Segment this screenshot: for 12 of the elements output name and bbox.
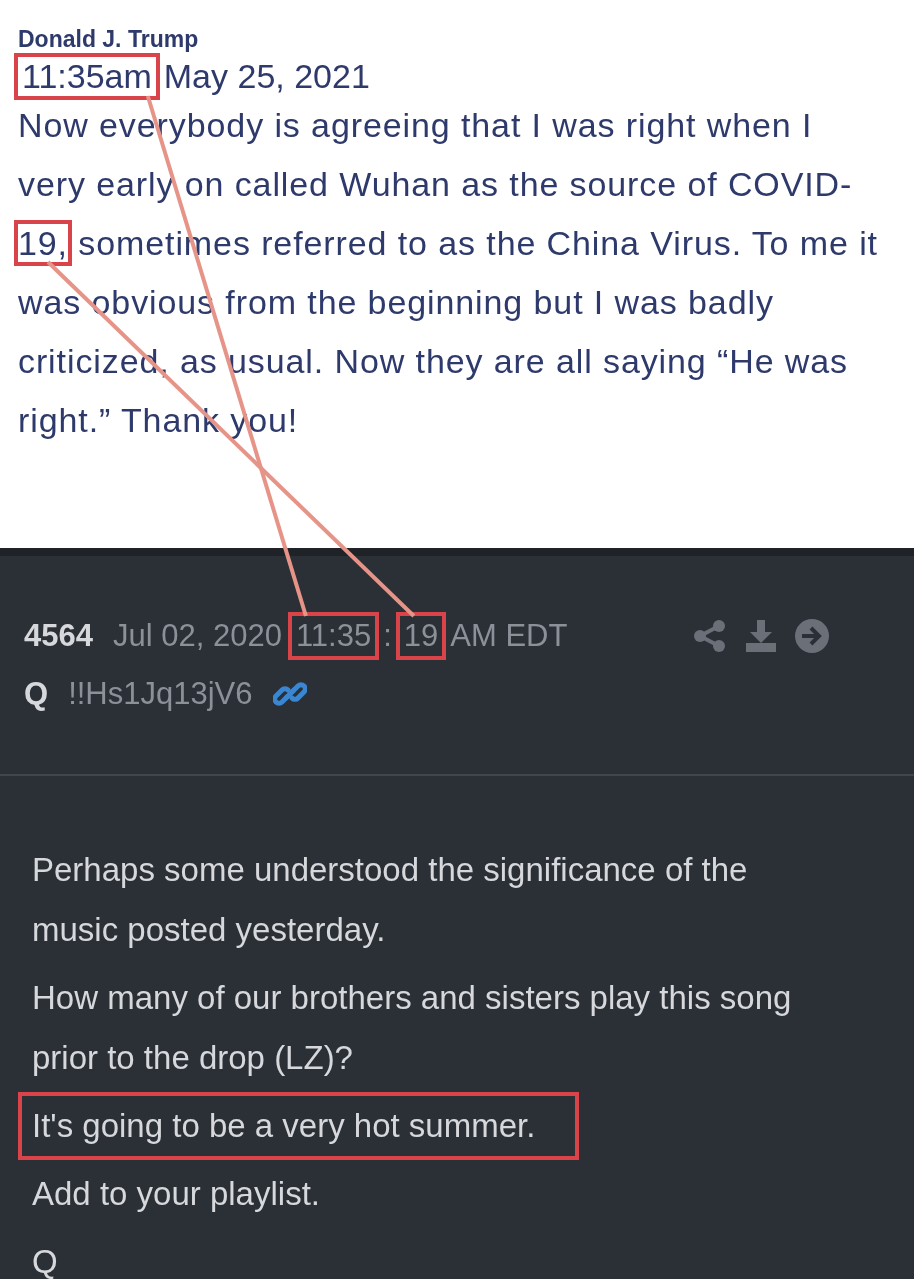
poster-name: Q bbox=[24, 676, 49, 712]
author-name: Donald J. Trump bbox=[18, 26, 200, 53]
post-line: Add to your playlist. bbox=[31, 1174, 321, 1214]
post-line: Q bbox=[31, 1242, 59, 1279]
arrow-circle-icon[interactable] bbox=[794, 618, 830, 654]
post-number: 4564 bbox=[24, 618, 93, 654]
post-line: Perhaps some understood the significance of the music posted yesterday. bbox=[31, 850, 749, 950]
post-line: How many of our brothers and sisters play this song prior to the drop (LZ)? bbox=[31, 978, 793, 1078]
post-date: May 25, 2021 bbox=[163, 57, 370, 96]
share-icon[interactable] bbox=[692, 619, 728, 653]
tripcode: !!Hs1Jq13jV6 bbox=[68, 676, 253, 712]
download-icon[interactable] bbox=[744, 619, 778, 653]
